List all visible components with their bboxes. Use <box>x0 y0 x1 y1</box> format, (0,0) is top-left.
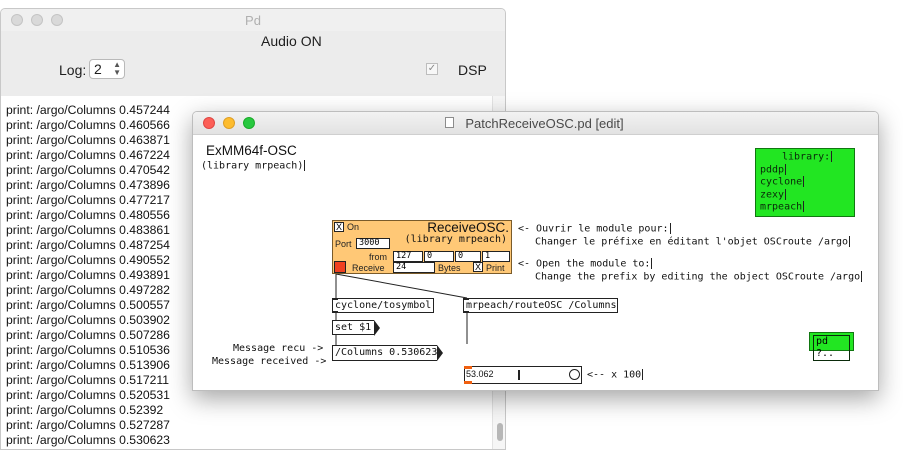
slider-outlet <box>464 381 472 384</box>
log-label: Log: <box>59 62 87 78</box>
console-line: print: /argo/Columns 0.497282 <box>6 283 170 297</box>
receive-label: Receive <box>352 263 385 273</box>
bytes-label: Bytes <box>438 263 461 273</box>
console-line: print: /argo/Columns 0.467224 <box>6 148 170 162</box>
audio-status: Audio ON <box>261 33 322 49</box>
comment-fr-1: <- Ouvrir le module pour: <box>518 223 671 235</box>
console-line: print: /argo/Columns 0.463871 <box>6 133 170 147</box>
console-line: print: /argo/Columns 0.500557 <box>6 298 170 312</box>
slider-knob-icon[interactable] <box>569 369 580 380</box>
message-recu-label: Message recu -> <box>233 343 324 354</box>
console-line: print: /argo/Columns 0.530623 <box>6 433 170 447</box>
console-line: print: /argo/Columns 0.457244 <box>6 103 170 117</box>
from-ip-2[interactable]: 0 <box>424 251 454 262</box>
console-line: print: /argo/Columns 0.52392 <box>6 403 164 417</box>
from-ip-1[interactable]: 127 <box>393 251 423 262</box>
console-line: print: /argo/Columns 0.490552 <box>6 253 170 267</box>
console-line: print: /argo/Columns 0.487254 <box>6 238 170 252</box>
console-line: print: /argo/Columns 0.510536 <box>6 343 170 357</box>
log-level-value: 2 <box>94 61 102 77</box>
library-line: cyclone <box>760 176 805 188</box>
dsp-checkbox[interactable]: ✓ <box>426 63 438 75</box>
module-subtitle: (library mrpeach) <box>404 234 507 245</box>
patch-canvas[interactable]: ExMM64f-OSC (library mrpeach) library: p… <box>193 134 878 390</box>
console-line: print: /argo/Columns 0.473896 <box>6 178 170 192</box>
slider-value: 53.062 <box>466 369 494 379</box>
console-line: print: /argo/Columns 0.483861 <box>6 223 170 237</box>
columns-message[interactable]: /Columns 0.530623 <box>332 345 443 361</box>
port-label: Port <box>335 239 352 249</box>
receive-bang[interactable] <box>334 261 346 273</box>
library-list-box[interactable]: library: pddp cyclone zexy mrpeach <box>755 148 855 217</box>
routeosc-object[interactable]: mrpeach/routeOSC /Columns <box>463 298 618 313</box>
pd-help-subpatch[interactable]: pd ?.. <box>809 332 854 361</box>
library-line: library: <box>782 151 833 163</box>
module-title: ReceiveOSC. <box>427 220 509 235</box>
pd-help-label: pd ?.. <box>813 335 850 361</box>
stepper-arrows-icon: ▲ ▼ <box>113 60 121 77</box>
patch-subheading: (library mrpeach) <box>201 160 306 172</box>
console-line: print: /argo/Columns 0.470542 <box>6 163 170 177</box>
patch-titlebar: PatchReceiveOSC.pd [edit] <box>193 112 878 135</box>
from-ip-4[interactable]: 1 <box>482 251 510 262</box>
tosymbol-object[interactable]: cyclone/tosymbol <box>332 298 434 313</box>
patch-heading: ExMM64f-OSC <box>206 143 297 158</box>
patch-window-title: PatchReceiveOSC.pd [edit] <box>465 116 624 131</box>
port-number-box[interactable]: 3000 <box>356 238 390 249</box>
pd-titlebar: Pd <box>1 9 505 31</box>
slider-marker <box>518 370 520 380</box>
message-received-label: Message received -> <box>212 356 327 367</box>
library-line: pddp <box>760 163 787 175</box>
times-100-label: <-- x 100 <box>587 369 644 381</box>
console-line: print: /argo/Columns 0.493891 <box>6 268 170 282</box>
pd-toolbar: Audio ON Log: 2 ▲ ▼ ✓ DSP <box>1 31 505 95</box>
console-line: print: /argo/Columns 0.460566 <box>6 118 170 132</box>
on-toggle[interactable]: X <box>334 222 344 232</box>
pd-window-title: Pd <box>245 13 261 28</box>
print-label: Print <box>486 263 505 273</box>
scroll-thumb[interactable] <box>497 423 503 441</box>
value-slider[interactable]: 53.062 <box>464 366 582 384</box>
console-line: print: /argo/Columns 0.517211 <box>6 373 170 387</box>
comment-fr-2: Changer le préfixe en éditant l'objet OS… <box>535 236 851 248</box>
log-level-select[interactable]: 2 ▲ ▼ <box>89 59 125 79</box>
bytes-number-box[interactable]: 24 <box>393 262 435 273</box>
console-lines: print: /argo/Columns 0.457244 print: /arg… <box>6 103 170 448</box>
library-line: mrpeach <box>760 201 805 213</box>
receiveosc-module[interactable]: X On ReceiveOSC. (library mrpeach) Port … <box>332 220 512 274</box>
print-toggle[interactable]: X <box>473 262 483 272</box>
console-line: print: /argo/Columns 0.513906 <box>6 358 170 372</box>
console-line: print: /argo/Columns 0.520531 <box>6 388 170 402</box>
console-line: print: /argo/Columns 0.507286 <box>6 328 170 342</box>
library-line: zexy <box>760 188 787 200</box>
console-line: print: /argo/Columns 0.527287 <box>6 418 170 432</box>
patch-window: PatchReceiveOSC.pd [edit] ExMM64f-OSC (l… <box>192 111 879 391</box>
set-message[interactable]: set $1 <box>332 320 380 336</box>
dsp-label: DSP <box>458 62 487 78</box>
on-label: On <box>347 222 360 232</box>
from-label: from <box>369 252 387 262</box>
comment-en-1: <- Open the module to: <box>518 258 653 270</box>
console-line: print: /argo/Columns 0.477217 <box>6 193 170 207</box>
from-ip-3[interactable]: 0 <box>455 251 481 262</box>
console-line: print: /argo/Columns 0.503902 <box>6 313 170 327</box>
console-line: print: /argo/Columns 0.480556 <box>6 208 170 222</box>
comment-en-2: Change the prefix by editing the object … <box>535 271 863 283</box>
